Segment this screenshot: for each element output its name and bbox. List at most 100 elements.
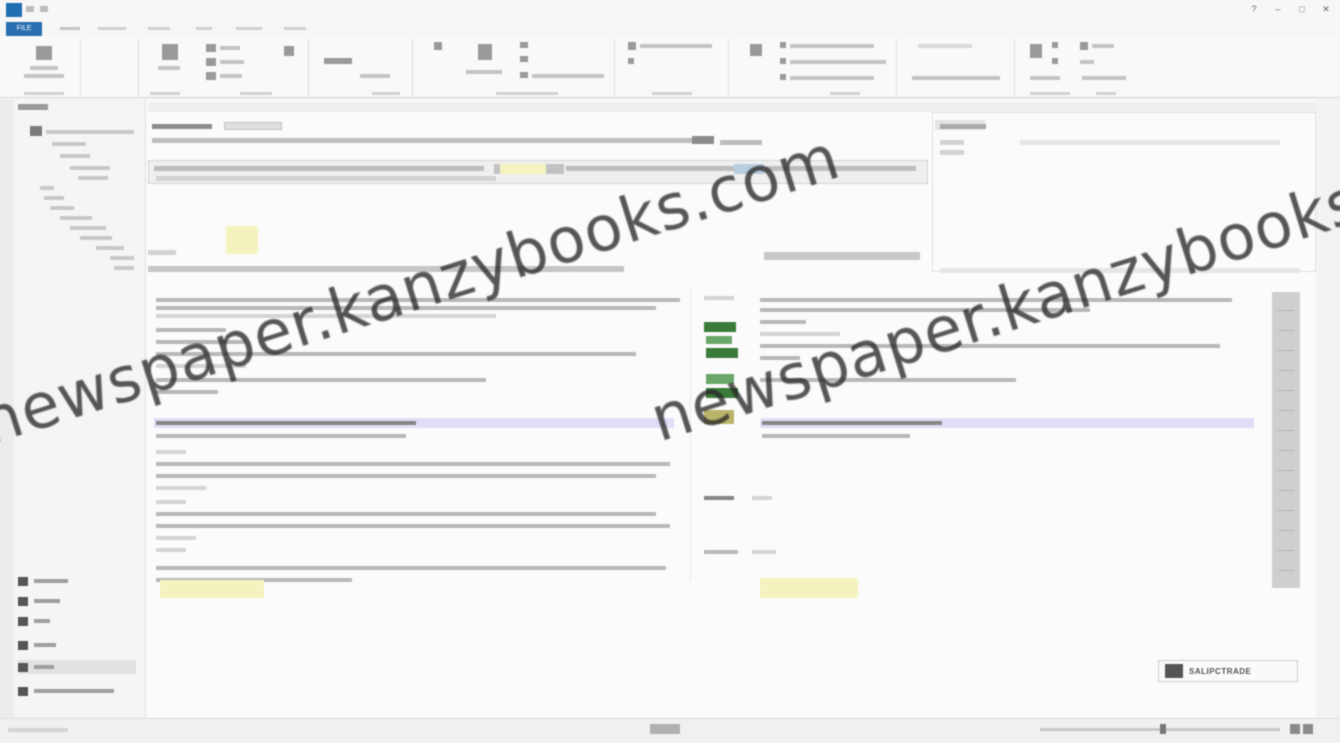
folder-tree-item[interactable] bbox=[60, 154, 90, 158]
onenote-icon[interactable] bbox=[520, 42, 528, 48]
folder-tree-item[interactable] bbox=[46, 130, 134, 134]
document-toolbar bbox=[148, 102, 1316, 112]
scrollbar-tick bbox=[1278, 310, 1294, 311]
list-row[interactable] bbox=[156, 524, 670, 528]
work-offline-icon[interactable] bbox=[1080, 42, 1088, 50]
scrollbar-tick bbox=[1278, 490, 1294, 491]
folder-tree-item[interactable] bbox=[78, 176, 108, 180]
tab-home[interactable] bbox=[60, 27, 80, 30]
move-icon[interactable] bbox=[434, 42, 442, 50]
normal-view-icon[interactable] bbox=[1290, 724, 1300, 734]
list-row[interactable] bbox=[156, 566, 666, 570]
list-row[interactable] bbox=[156, 500, 186, 504]
list-row[interactable] bbox=[762, 434, 910, 438]
nav-mail[interactable] bbox=[18, 574, 136, 588]
scrollbar-tick bbox=[1278, 570, 1294, 571]
property-label bbox=[940, 140, 964, 145]
forward-icon[interactable] bbox=[206, 72, 216, 80]
new-icon[interactable] bbox=[36, 46, 52, 60]
nav-notes[interactable] bbox=[18, 660, 136, 674]
scrollbar-tick bbox=[1278, 450, 1294, 451]
folder-tree-item[interactable] bbox=[60, 216, 92, 220]
tab-send-receive[interactable] bbox=[98, 27, 126, 30]
rules-icon[interactable] bbox=[478, 44, 492, 60]
quick-steps-icon[interactable] bbox=[324, 58, 352, 64]
unread-icon[interactable] bbox=[628, 42, 636, 50]
find-icon[interactable] bbox=[750, 44, 762, 56]
tab-folder[interactable] bbox=[148, 27, 170, 30]
brand-label: SALIPCTRADE bbox=[1189, 666, 1252, 676]
filter-email-icon[interactable] bbox=[780, 74, 786, 80]
folder-tree-item[interactable] bbox=[114, 266, 134, 270]
folder-list-icon bbox=[18, 686, 28, 696]
folder-tree-item[interactable] bbox=[40, 186, 54, 190]
reply-all-icon[interactable] bbox=[206, 58, 216, 66]
undo-icon[interactable] bbox=[40, 6, 48, 12]
folder-icon[interactable] bbox=[30, 126, 42, 136]
option-label bbox=[1080, 60, 1094, 64]
tab-view[interactable] bbox=[196, 27, 212, 30]
help-button[interactable]: ? bbox=[1248, 4, 1260, 14]
delete-icon[interactable] bbox=[162, 44, 178, 60]
status-badge bbox=[706, 336, 732, 344]
message-header-line bbox=[152, 124, 212, 129]
message-subject-line bbox=[152, 138, 692, 143]
reply-icon[interactable] bbox=[206, 44, 216, 52]
highlight-block bbox=[760, 578, 858, 598]
address-book-icon[interactable] bbox=[780, 58, 786, 64]
quick-steps-label bbox=[360, 74, 390, 78]
nav-tasks-label bbox=[34, 643, 56, 647]
subject-tag bbox=[692, 136, 714, 144]
sync-icon[interactable] bbox=[1052, 58, 1058, 64]
list-row[interactable] bbox=[156, 462, 670, 466]
list-row[interactable] bbox=[156, 486, 206, 490]
maximize-button[interactable]: □ bbox=[1296, 4, 1308, 14]
vertical-scrollbar[interactable] bbox=[1272, 292, 1300, 588]
meeting-icon[interactable] bbox=[284, 46, 294, 56]
ribbon-group-label bbox=[1030, 92, 1070, 95]
save-icon[interactable] bbox=[26, 6, 34, 12]
categorize-icon[interactable] bbox=[520, 72, 528, 78]
list-row[interactable] bbox=[156, 421, 416, 425]
folder-tree-item[interactable] bbox=[70, 166, 110, 170]
list-row[interactable] bbox=[156, 536, 196, 540]
nav-calendar[interactable] bbox=[18, 594, 136, 608]
scrollbar-tick bbox=[1278, 410, 1294, 411]
folder-tree-item[interactable] bbox=[52, 142, 86, 146]
send-receive-icon[interactable] bbox=[1030, 44, 1042, 58]
nav-people[interactable] bbox=[18, 614, 136, 628]
folder-tree-item[interactable] bbox=[80, 236, 112, 240]
brand-logo-icon bbox=[1165, 664, 1183, 678]
minimize-button[interactable]: – bbox=[1272, 4, 1284, 14]
update-folder-icon[interactable] bbox=[1052, 42, 1058, 48]
list-row[interactable] bbox=[156, 474, 656, 478]
list-row[interactable] bbox=[760, 320, 806, 324]
nav-mail-label bbox=[34, 579, 68, 583]
list-row[interactable] bbox=[156, 434, 406, 438]
list-row[interactable] bbox=[156, 512, 656, 516]
list-row[interactable] bbox=[156, 450, 186, 454]
list-row[interactable] bbox=[762, 421, 942, 425]
list-row[interactable] bbox=[156, 548, 186, 552]
tab-message[interactable] bbox=[284, 27, 306, 30]
ribbon-divider bbox=[614, 40, 615, 96]
info-bar-text bbox=[156, 176, 496, 181]
folder-tree-item[interactable] bbox=[110, 256, 134, 260]
ribbon-divider bbox=[896, 40, 897, 96]
header-field-box[interactable] bbox=[224, 122, 282, 130]
folder-tree-item[interactable] bbox=[70, 226, 106, 230]
tasks-icon bbox=[18, 640, 28, 650]
zoom-slider-thumb[interactable] bbox=[1160, 724, 1166, 734]
reading-view-icon[interactable] bbox=[1303, 724, 1313, 734]
tab-developer[interactable] bbox=[236, 27, 262, 30]
folder-tree-item[interactable] bbox=[96, 246, 124, 250]
tab-file[interactable]: FILE bbox=[6, 22, 42, 36]
actions-icon[interactable] bbox=[520, 56, 528, 62]
nav-tasks[interactable] bbox=[18, 638, 136, 652]
flag-icon[interactable] bbox=[628, 58, 634, 64]
close-button[interactable]: ✕ bbox=[1320, 4, 1332, 14]
folder-tree-item[interactable] bbox=[44, 196, 64, 200]
folder-tree-item[interactable] bbox=[50, 206, 74, 210]
search-people-icon[interactable] bbox=[780, 42, 786, 48]
nav-folder-list[interactable] bbox=[18, 684, 136, 698]
